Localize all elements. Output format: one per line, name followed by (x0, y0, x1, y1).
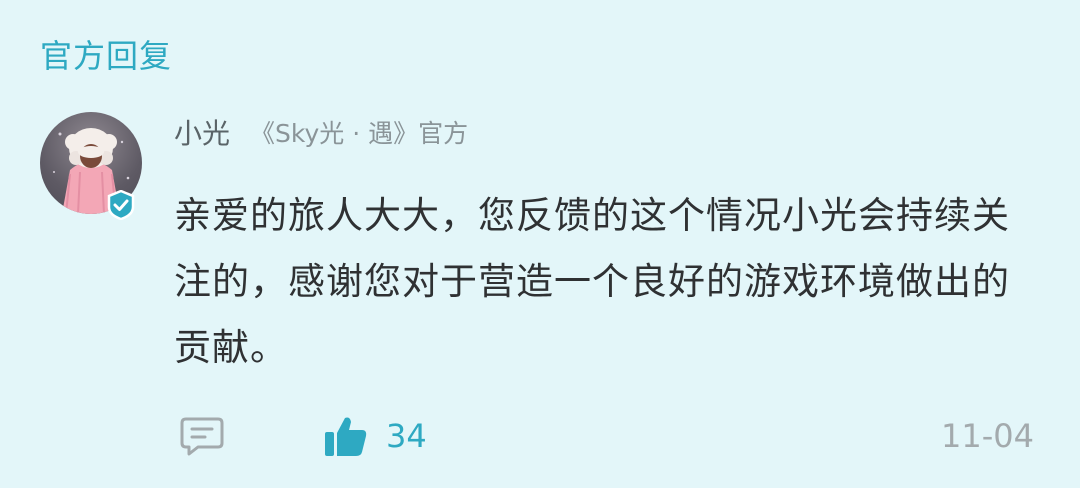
author-tag: 《Sky光 · 遇》官方 (250, 119, 469, 148)
author-avatar-wrap[interactable] (40, 112, 144, 220)
like-count: 34 (386, 417, 427, 455)
comment-date: 11-04 (941, 417, 1034, 455)
like-button[interactable]: 34 (322, 408, 427, 464)
author-row: 小光 《Sky光 · 遇》官方 (174, 112, 468, 152)
comment-bubble-icon (180, 417, 224, 456)
section-title: 官方回复 (40, 37, 173, 75)
comment-body: 亲爱的旅人大大，您反馈的这个情况小光会持续关注的，感谢您对于营造一个良好的游戏环… (174, 194, 1010, 369)
reply-button[interactable] (178, 412, 226, 460)
action-bar: 34 11-04 (174, 408, 1034, 464)
author-name[interactable]: 小光 (174, 112, 230, 152)
verified-check-icon (107, 190, 135, 220)
thumbs-up-icon (325, 417, 367, 456)
